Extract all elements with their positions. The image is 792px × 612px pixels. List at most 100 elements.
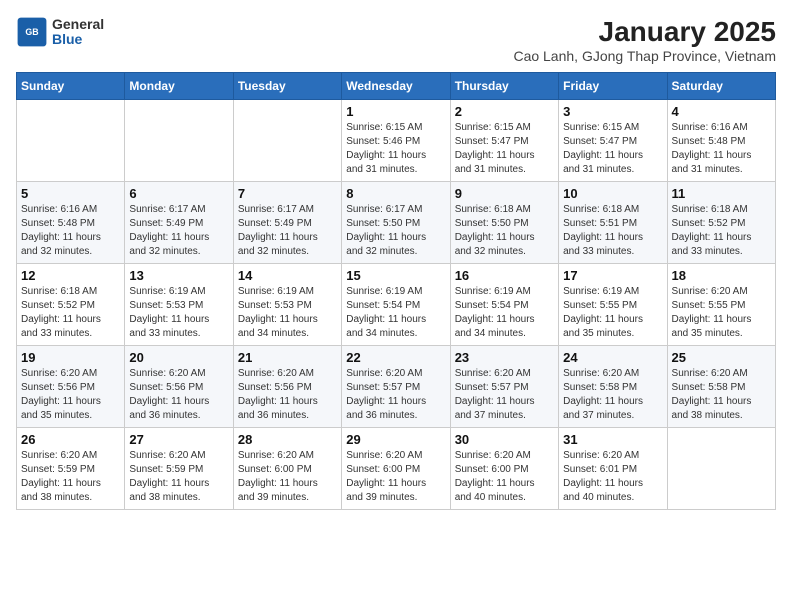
calendar-cell: 22 Sunrise: 6:20 AM Sunset: 5:57 PM Dayli… — [342, 346, 450, 428]
day-info: Sunrise: 6:20 AM Sunset: 5:59 PM Dayligh… — [129, 449, 228, 505]
calendar-cell: 23 Sunrise: 6:20 AM Sunset: 5:57 PM Dayli… — [450, 346, 558, 428]
logo-icon: GB — [16, 16, 48, 48]
calendar-cell — [125, 100, 233, 182]
calendar-cell: 2Sunrise: 6:15 AM Sunset: 5:47 PM Daylig… — [450, 100, 558, 182]
day-number: 27 — [129, 432, 228, 447]
logo-blue-text: Blue — [52, 32, 104, 47]
location-text: Cao Lanh, GJong Thap Province, Vietnam — [513, 48, 776, 64]
calendar-cell: 11Sunrise: 6:18 AM Sunset: 5:52 PM Dayli… — [667, 182, 775, 264]
calendar-cell — [667, 428, 775, 510]
day-number: 24 — [563, 350, 662, 365]
calendar-cell: 13 Sunrise: 6:19 AM Sunset: 5:53 PM Dayli… — [125, 264, 233, 346]
calendar-cell: 31 Sunrise: 6:20 AM Sunset: 6:01 PM Dayli… — [559, 428, 667, 510]
day-info: Sunrise: 6:20 AM Sunset: 5:59 PM Dayligh… — [21, 449, 120, 505]
day-number: 19 — [21, 350, 120, 365]
calendar-week-row: 26 Sunrise: 6:20 AM Sunset: 5:59 PM Dayli… — [17, 428, 776, 510]
day-info: Sunrise: 6:20 AM Sunset: 6:00 PM Dayligh… — [346, 449, 445, 505]
day-info: Sunrise: 6:19 AM Sunset: 5:54 PM Dayligh… — [346, 285, 445, 341]
day-info: Sunrise: 6:20 AM Sunset: 6:00 PM Dayligh… — [455, 449, 554, 505]
day-info: Sunrise: 6:20 AM Sunset: 5:56 PM Dayligh… — [238, 367, 337, 423]
calendar-week-row: 12 Sunrise: 6:18 AM Sunset: 5:52 PM Dayli… — [17, 264, 776, 346]
day-info: Sunrise: 6:18 AM Sunset: 5:51 PM Dayligh… — [563, 203, 662, 259]
calendar-cell: 7Sunrise: 6:17 AM Sunset: 5:49 PM Daylig… — [233, 182, 341, 264]
day-number: 21 — [238, 350, 337, 365]
calendar-cell: 16 Sunrise: 6:19 AM Sunset: 5:54 PM Dayli… — [450, 264, 558, 346]
weekday-header-friday: Friday — [559, 73, 667, 100]
day-number: 31 — [563, 432, 662, 447]
calendar-week-row: 5Sunrise: 6:16 AM Sunset: 5:48 PM Daylig… — [17, 182, 776, 264]
day-info: Sunrise: 6:20 AM Sunset: 5:56 PM Dayligh… — [21, 367, 120, 423]
weekday-header-saturday: Saturday — [667, 73, 775, 100]
day-number: 7 — [238, 186, 337, 201]
day-info: Sunrise: 6:15 AM Sunset: 5:46 PM Dayligh… — [346, 121, 445, 177]
day-info: Sunrise: 6:20 AM Sunset: 5:57 PM Dayligh… — [346, 367, 445, 423]
svg-text:GB: GB — [25, 27, 38, 37]
calendar-cell: 14Sunrise: 6:19 AM Sunset: 5:53 PM Dayli… — [233, 264, 341, 346]
calendar-table: SundayMondayTuesdayWednesdayThursdayFrid… — [16, 72, 776, 510]
day-number: 26 — [21, 432, 120, 447]
day-info: Sunrise: 6:20 AM Sunset: 6:01 PM Dayligh… — [563, 449, 662, 505]
day-info: Sunrise: 6:15 AM Sunset: 5:47 PM Dayligh… — [563, 121, 662, 177]
day-info: Sunrise: 6:19 AM Sunset: 5:53 PM Dayligh… — [129, 285, 228, 341]
calendar-cell: 5Sunrise: 6:16 AM Sunset: 5:48 PM Daylig… — [17, 182, 125, 264]
calendar-cell — [233, 100, 341, 182]
day-info: Sunrise: 6:17 AM Sunset: 5:50 PM Dayligh… — [346, 203, 445, 259]
day-info: Sunrise: 6:19 AM Sunset: 5:53 PM Dayligh… — [238, 285, 337, 341]
day-number: 6 — [129, 186, 228, 201]
calendar-cell: 6 Sunrise: 6:17 AM Sunset: 5:49 PM Daylig… — [125, 182, 233, 264]
day-number: 2 — [455, 104, 554, 119]
day-number: 30 — [455, 432, 554, 447]
day-number: 29 — [346, 432, 445, 447]
day-info: Sunrise: 6:20 AM Sunset: 5:56 PM Dayligh… — [129, 367, 228, 423]
day-number: 11 — [672, 186, 771, 201]
day-number: 12 — [21, 268, 120, 283]
calendar-cell: 28 Sunrise: 6:20 AM Sunset: 6:00 PM Dayli… — [233, 428, 341, 510]
day-number: 3 — [563, 104, 662, 119]
calendar-cell: 19 Sunrise: 6:20 AM Sunset: 5:56 PM Dayli… — [17, 346, 125, 428]
logo: GB General Blue — [16, 16, 104, 48]
day-number: 23 — [455, 350, 554, 365]
calendar-cell: 9Sunrise: 6:18 AM Sunset: 5:50 PM Daylig… — [450, 182, 558, 264]
day-number: 9 — [455, 186, 554, 201]
day-number: 22 — [346, 350, 445, 365]
calendar-cell: 24 Sunrise: 6:20 AM Sunset: 5:58 PM Dayli… — [559, 346, 667, 428]
calendar-cell — [17, 100, 125, 182]
weekday-header-tuesday: Tuesday — [233, 73, 341, 100]
weekday-header-wednesday: Wednesday — [342, 73, 450, 100]
calendar-cell: 1 Sunrise: 6:15 AM Sunset: 5:46 PM Daylig… — [342, 100, 450, 182]
day-info: Sunrise: 6:20 AM Sunset: 5:57 PM Dayligh… — [455, 367, 554, 423]
day-info: Sunrise: 6:18 AM Sunset: 5:52 PM Dayligh… — [21, 285, 120, 341]
day-number: 20 — [129, 350, 228, 365]
day-number: 13 — [129, 268, 228, 283]
day-number: 17 — [563, 268, 662, 283]
calendar-week-row: 19 Sunrise: 6:20 AM Sunset: 5:56 PM Dayli… — [17, 346, 776, 428]
calendar-cell: 21 Sunrise: 6:20 AM Sunset: 5:56 PM Dayli… — [233, 346, 341, 428]
calendar-cell: 8 Sunrise: 6:17 AM Sunset: 5:50 PM Daylig… — [342, 182, 450, 264]
day-info: Sunrise: 6:17 AM Sunset: 5:49 PM Dayligh… — [129, 203, 228, 259]
page-header: GB General Blue January 2025 Cao Lanh, G… — [16, 16, 776, 64]
day-info: Sunrise: 6:19 AM Sunset: 5:54 PM Dayligh… — [455, 285, 554, 341]
day-number: 8 — [346, 186, 445, 201]
calendar-cell: 18 Sunrise: 6:20 AM Sunset: 5:55 PM Dayli… — [667, 264, 775, 346]
day-number: 10 — [563, 186, 662, 201]
day-info: Sunrise: 6:20 AM Sunset: 5:58 PM Dayligh… — [563, 367, 662, 423]
day-number: 16 — [455, 268, 554, 283]
calendar-cell: 3 Sunrise: 6:15 AM Sunset: 5:47 PM Daylig… — [559, 100, 667, 182]
day-info: Sunrise: 6:16 AM Sunset: 5:48 PM Dayligh… — [672, 121, 771, 177]
calendar-cell: 20 Sunrise: 6:20 AM Sunset: 5:56 PM Dayli… — [125, 346, 233, 428]
day-info: Sunrise: 6:19 AM Sunset: 5:55 PM Dayligh… — [563, 285, 662, 341]
day-number: 28 — [238, 432, 337, 447]
day-info: Sunrise: 6:20 AM Sunset: 6:00 PM Dayligh… — [238, 449, 337, 505]
calendar-cell: 26 Sunrise: 6:20 AM Sunset: 5:59 PM Dayli… — [17, 428, 125, 510]
day-info: Sunrise: 6:20 AM Sunset: 5:58 PM Dayligh… — [672, 367, 771, 423]
day-number: 1 — [346, 104, 445, 119]
day-number: 15 — [346, 268, 445, 283]
weekday-header-sunday: Sunday — [17, 73, 125, 100]
title-section: January 2025 Cao Lanh, GJong Thap Provin… — [513, 16, 776, 64]
day-info: Sunrise: 6:20 AM Sunset: 5:55 PM Dayligh… — [672, 285, 771, 341]
calendar-cell: 4 Sunrise: 6:16 AM Sunset: 5:48 PM Daylig… — [667, 100, 775, 182]
calendar-cell: 10 Sunrise: 6:18 AM Sunset: 5:51 PM Dayli… — [559, 182, 667, 264]
day-number: 4 — [672, 104, 771, 119]
weekday-header-thursday: Thursday — [450, 73, 558, 100]
day-number: 18 — [672, 268, 771, 283]
